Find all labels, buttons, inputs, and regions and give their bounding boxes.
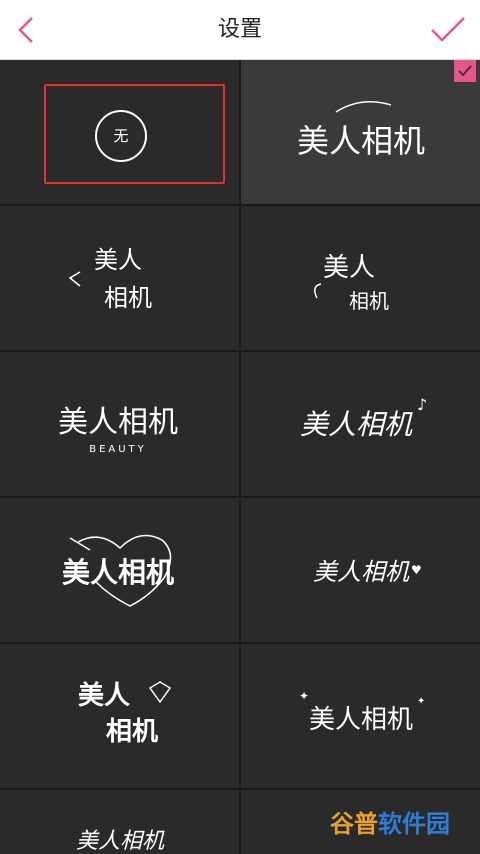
watermark-part-a: 谷普 xyxy=(330,810,378,838)
template-2-top: 美人 xyxy=(94,246,142,274)
template-3[interactable]: 美人 相机 xyxy=(241,206,480,350)
template-9[interactable]: 美人相机 ✦ ✦ xyxy=(241,644,480,788)
top-bar: 设置 xyxy=(0,0,480,60)
template-6-text: 美人相机 xyxy=(62,556,174,589)
template-7[interactable]: 美人相机 ♥ xyxy=(241,498,480,642)
template-5-text: 美人相机 xyxy=(300,408,413,441)
diamond-icon xyxy=(148,681,172,704)
template-8-art: 美人 相机 xyxy=(78,680,172,747)
template-7-art: 美人相机 ♥ xyxy=(313,558,422,586)
template-10[interactable]: 美人相机 xyxy=(0,790,239,854)
template-8-bottom: 相机 xyxy=(106,717,158,747)
none-label: 无 xyxy=(95,110,147,162)
sparkle-icon: ✦ xyxy=(417,696,425,707)
template-2-art: 美人 相机 xyxy=(68,246,152,312)
site-watermark: 谷普软件园 xyxy=(330,804,470,840)
confirm-button[interactable] xyxy=(428,12,468,48)
template-9-art: 美人相机 ✦ ✦ xyxy=(299,689,425,735)
check-icon xyxy=(458,65,472,77)
sparkle-icon: ✦ xyxy=(299,689,309,703)
page-title: 设置 xyxy=(217,17,262,42)
template-1[interactable]: 美人相机 xyxy=(241,60,480,204)
template-10-text: 美人相机 xyxy=(76,829,165,854)
template-5[interactable]: 美人相机 ♪ xyxy=(241,352,480,496)
template-2[interactable]: 美人 相机 xyxy=(0,206,239,350)
template-3-bottom: 相机 xyxy=(349,289,389,313)
music-note-icon: ♪ xyxy=(417,395,427,414)
selected-check-badge xyxy=(454,60,476,82)
template-6-art: 美人相机 xyxy=(62,534,174,607)
template-7-text: 美人相机 xyxy=(313,558,410,586)
template-8[interactable]: 美人 相机 xyxy=(0,644,239,788)
template-4[interactable]: 美人相机 BEAUTY xyxy=(0,352,239,496)
check-icon xyxy=(431,17,465,42)
watermark-part-b: 软件园 xyxy=(378,810,450,838)
template-4-art: 美人相机 BEAUTY xyxy=(58,405,178,455)
template-8-top: 美人 xyxy=(78,680,130,711)
template-3-top: 美人 xyxy=(323,253,375,283)
template-6[interactable]: 美人相机 xyxy=(0,498,239,642)
heart-icon: ♥ xyxy=(411,563,422,577)
template-3-art: 美人 相机 xyxy=(314,253,389,313)
template-4-text: 美人相机 xyxy=(58,405,178,440)
template-none[interactable]: 无 xyxy=(0,60,239,204)
template-9-text: 美人相机 xyxy=(309,705,413,735)
template-4-sub: BEAUTY xyxy=(89,444,147,455)
template-1-art: 美人相机 xyxy=(297,101,425,160)
template-10-art: 美人相机 xyxy=(76,829,165,854)
template-2-bottom: 相机 xyxy=(104,284,152,312)
watermark-grid: 无 美人相机 美人 相机 美人 相机 美人相机 BEAUTY 美人相机 ♪ 美人… xyxy=(0,60,480,854)
template-1-text: 美人相机 xyxy=(297,122,425,160)
template-5-art: 美人相机 ♪ xyxy=(300,395,427,441)
